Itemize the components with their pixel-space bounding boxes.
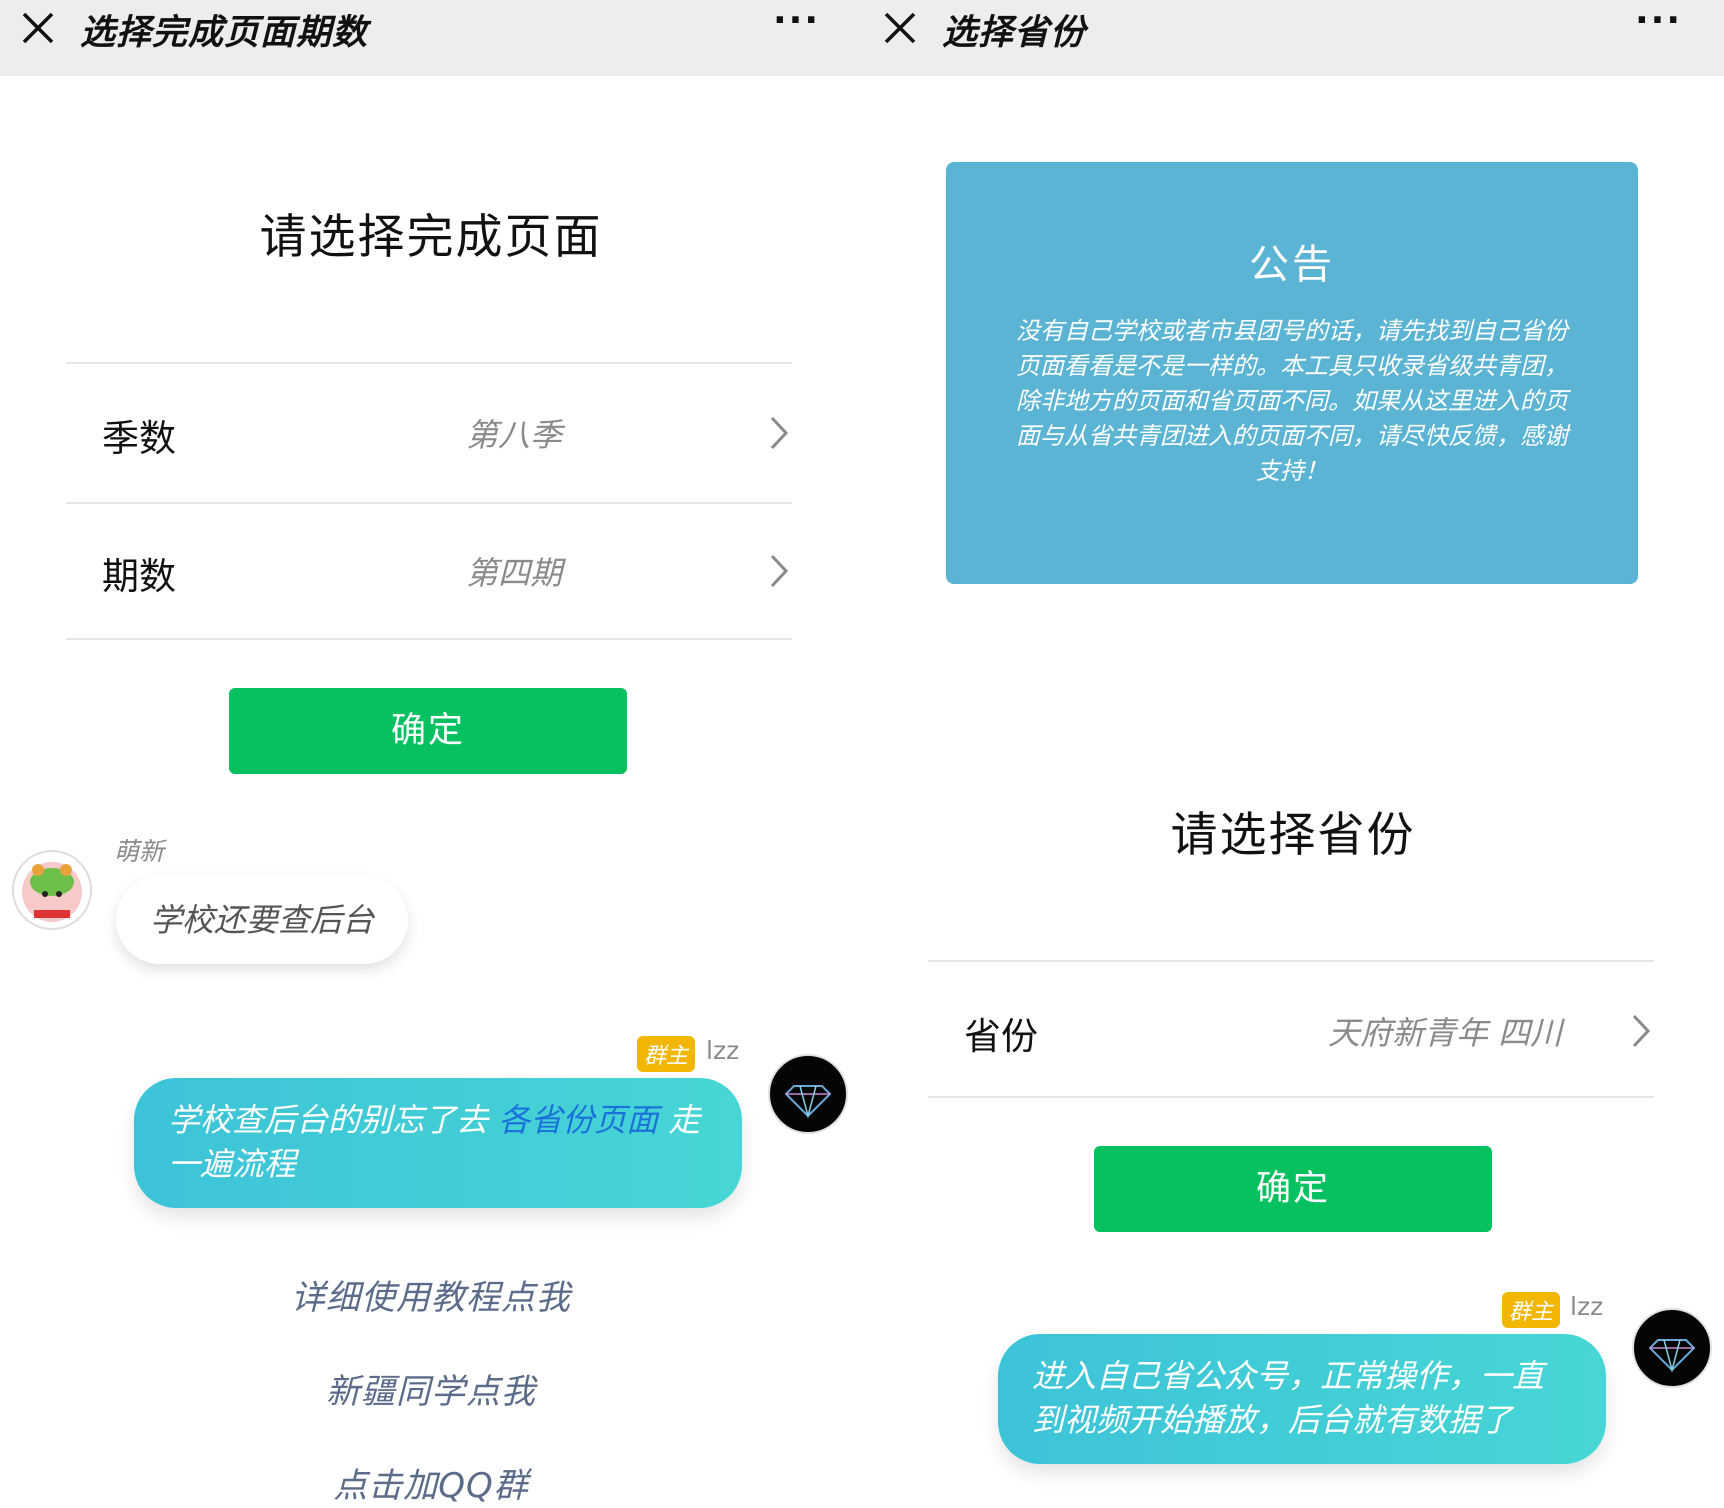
chat-text: 进入自己省公众号，正常操作，一直到视频开始播放，后台就有数据了 <box>1032 1357 1545 1439</box>
province-value: 天府新青年 四川 <box>1328 1014 1563 1052</box>
confirm-button[interactable]: 确定 <box>1094 1146 1492 1232</box>
chevron-right-icon <box>1632 1014 1651 1048</box>
join-qq-group-link[interactable]: 点击加QQ群 <box>0 1458 862 1507</box>
notice-card: 公告 没有自己学校或者市县团号的话，请先找到自己省份页面看看是不是一样的。本工具… <box>946 162 1638 584</box>
owner-badge: 群主 <box>1502 1292 1561 1328</box>
chevron-right-icon <box>770 554 789 588</box>
diamond-avatar-icon <box>784 1085 832 1119</box>
close-icon[interactable] <box>880 8 920 48</box>
chat-sender: 萌新 <box>114 837 165 866</box>
page-title: 选择完成页面期数 <box>80 13 369 53</box>
page-title: 选择省份 <box>942 13 1087 53</box>
notice-body: 没有自己学校或者市县团号的话，请先找到自己省份页面看看是不是一样的。本工具只收录… <box>1016 317 1568 485</box>
top-bar: 选择完成页面期数 ··· <box>0 0 862 76</box>
more-menu-icon[interactable]: ··· <box>1635 0 1682 41</box>
chat-text: 学校还要查后台 <box>149 901 374 939</box>
divider <box>66 638 792 640</box>
cartoon-avatar-icon <box>22 862 82 922</box>
province-page-link[interactable]: 各省份页面 <box>498 1101 658 1139</box>
section-heading: 请选择完成页面 <box>259 210 603 265</box>
issue-value: 第四期 <box>466 554 563 592</box>
chat-bubble-incoming: 学校还要查后台 <box>116 876 408 964</box>
season-value: 第八季 <box>466 416 563 454</box>
left-panel: 选择完成页面期数 ··· 请选择完成页面 季数 第八季 期数 第四期 确定 萌新 <box>0 0 862 1508</box>
close-icon[interactable] <box>18 8 58 48</box>
chat-username: lzz <box>1570 1292 1604 1321</box>
diamond-avatar-icon <box>1648 1339 1696 1373</box>
chat-bubble-outgoing: 学校查后台的别忘了去 各省份页面 走一遍流程 <box>134 1078 742 1208</box>
season-row[interactable]: 季数 第八季 <box>66 364 792 502</box>
avatar[interactable] <box>768 1054 848 1134</box>
chat-bubble-outgoing: 进入自己省公众号，正常操作，一直到视频开始播放，后台就有数据了 <box>998 1334 1606 1464</box>
province-label: 省份 <box>964 1015 1038 1058</box>
chat-text: 学校查后台的别忘了去 <box>168 1101 489 1139</box>
notice-title: 公告 <box>1249 242 1335 288</box>
chevron-right-icon <box>770 416 789 450</box>
section-heading: 请选择省份 <box>1170 808 1416 863</box>
province-row[interactable]: 省份 天府新青年 四川 <box>928 962 1654 1100</box>
xinjiang-link[interactable]: 新疆同学点我 <box>0 1364 862 1413</box>
top-bar: 选择省份 ··· <box>862 0 1724 76</box>
right-panel: 选择省份 ··· 公告 没有自己学校或者市县团号的话，请先找到自己省份页面看看是… <box>862 0 1724 1508</box>
chat-username: lzz <box>706 1036 740 1065</box>
avatar[interactable] <box>1632 1308 1712 1388</box>
issue-row[interactable]: 期数 第四期 <box>66 502 792 640</box>
tutorial-link[interactable]: 详细使用教程点我 <box>0 1270 862 1319</box>
divider <box>928 1096 1654 1098</box>
more-menu-icon[interactable]: ··· <box>773 0 820 41</box>
issue-label: 期数 <box>102 555 176 598</box>
confirm-button[interactable]: 确定 <box>229 688 627 774</box>
season-label: 季数 <box>102 417 176 460</box>
avatar[interactable] <box>12 850 92 930</box>
owner-badge: 群主 <box>637 1036 696 1072</box>
